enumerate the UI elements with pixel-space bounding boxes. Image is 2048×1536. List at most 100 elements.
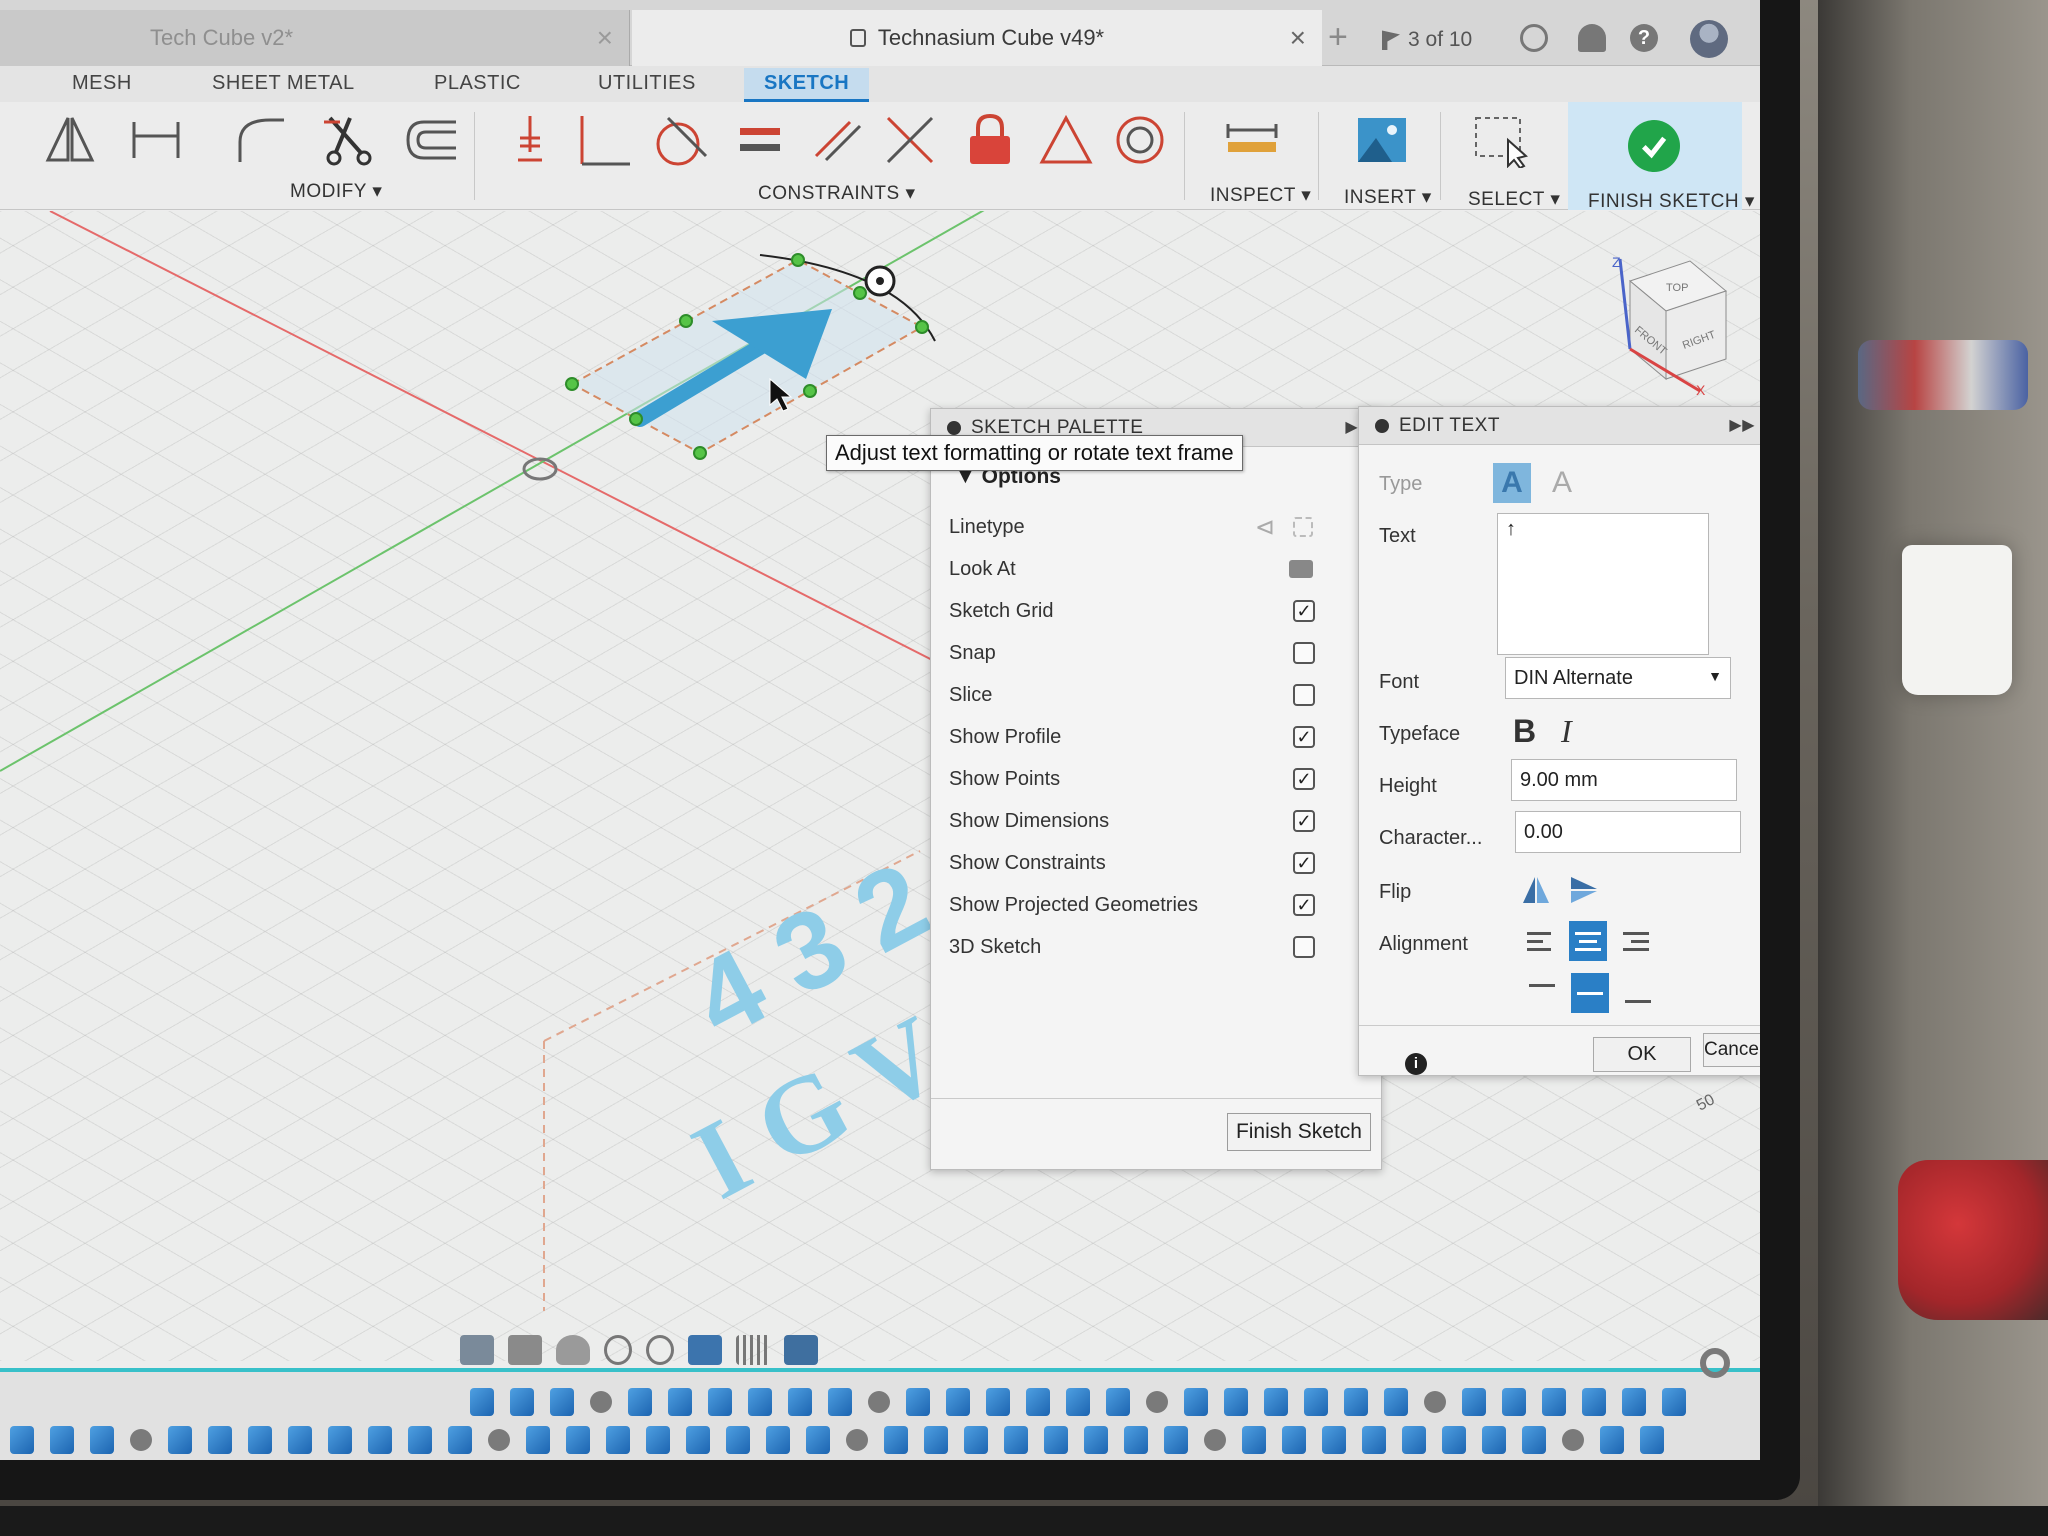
clock-icon[interactable] <box>1520 24 1548 52</box>
timeline-feature-icon[interactable] <box>1502 1388 1526 1416</box>
align-left-icon[interactable] <box>1521 921 1559 961</box>
character-spacing-input[interactable]: 0.00 <box>1515 811 1741 853</box>
timeline-feature-icon[interactable] <box>1442 1426 1466 1454</box>
show-constraints-checkbox[interactable]: ✓ <box>1293 852 1315 874</box>
perpendicular-constraint-icon[interactable] <box>574 110 634 170</box>
checkmark-icon[interactable] <box>1628 120 1680 172</box>
finish-sketch-label[interactable]: FINISH SKETCH ▾ <box>1588 190 1755 213</box>
settings-gear-icon[interactable] <box>1700 1348 1730 1378</box>
offset-icon[interactable] <box>400 110 460 170</box>
align-right-icon[interactable] <box>1617 921 1655 961</box>
control-point[interactable] <box>915 320 929 334</box>
timeline-feature-icon[interactable] <box>1522 1426 1546 1454</box>
timeline-feature-icon[interactable] <box>1264 1388 1288 1416</box>
bold-button[interactable]: B <box>1513 713 1536 750</box>
tab-sketch[interactable]: SKETCH <box>744 68 870 102</box>
fit-zoom-icon[interactable] <box>646 1335 674 1365</box>
ok-button[interactable]: OK <box>1593 1037 1691 1072</box>
look-at-icon[interactable] <box>1289 560 1313 578</box>
timeline-feature-icon[interactable] <box>1004 1426 1028 1454</box>
inspect-menu[interactable]: INSPECT ▾ <box>1210 184 1311 207</box>
timeline-feature-icon[interactable] <box>1600 1426 1624 1454</box>
timeline-feature-icon[interactable] <box>1084 1426 1108 1454</box>
timeline-feature-icon[interactable] <box>1662 1388 1686 1416</box>
edit-text-header[interactable]: EDIT TEXT ▶▶ <box>1359 407 1760 445</box>
timeline-feature-icon[interactable] <box>208 1426 232 1454</box>
text-on-path-type-icon[interactable]: A <box>1543 463 1581 503</box>
select-menu[interactable]: SELECT ▾ <box>1468 188 1560 211</box>
timeline-feature-icon[interactable] <box>868 1391 890 1413</box>
timeline-feature-icon[interactable] <box>1322 1426 1346 1454</box>
timeline-feature-icon[interactable] <box>408 1426 432 1454</box>
timeline-feature-icon[interactable] <box>628 1388 652 1416</box>
timeline-feature-icon[interactable] <box>566 1426 590 1454</box>
show-dimensions-checkbox[interactable]: ✓ <box>1293 810 1315 832</box>
snap-checkbox[interactable] <box>1293 642 1315 664</box>
centerline-icon[interactable] <box>1293 517 1313 537</box>
timeline-feature-icon[interactable] <box>448 1426 472 1454</box>
zoom-icon[interactable] <box>604 1335 632 1365</box>
view-cube-top-label[interactable]: TOP <box>1666 282 1688 294</box>
timeline-feature-icon[interactable] <box>606 1426 630 1454</box>
text-type-icon[interactable]: A <box>1493 463 1531 503</box>
fix-lock-icon[interactable] <box>960 110 1020 170</box>
timeline-feature-icon[interactable] <box>686 1426 710 1454</box>
font-select[interactable]: DIN Alternate ▼ <box>1505 657 1731 699</box>
control-point[interactable] <box>679 314 693 328</box>
timeline-feature-icon[interactable] <box>590 1391 612 1413</box>
control-point[interactable] <box>791 253 805 267</box>
timeline-feature-icon[interactable] <box>526 1426 550 1454</box>
triangle-constraint-icon[interactable] <box>1036 110 1096 170</box>
timeline-feature-icon[interactable] <box>1066 1388 1090 1416</box>
sketch-grid-checkbox[interactable]: ✓ <box>1293 600 1315 622</box>
timeline-feature-icon[interactable] <box>550 1388 574 1416</box>
timeline-feature-icon[interactable] <box>1362 1426 1386 1454</box>
timeline-feature-icon[interactable] <box>646 1426 670 1454</box>
modify-menu[interactable]: MODIFY ▾ <box>290 180 382 203</box>
timeline-feature-icon[interactable] <box>368 1426 392 1454</box>
tangent-constraint-icon[interactable] <box>650 110 710 170</box>
new-tab-plus-icon[interactable]: + <box>1328 18 1348 57</box>
timeline-feature-icon[interactable] <box>788 1388 812 1416</box>
timeline-feature-icon[interactable] <box>1282 1426 1306 1454</box>
timeline-feature-icon[interactable] <box>708 1388 732 1416</box>
timeline-feature-icon[interactable] <box>1164 1426 1188 1454</box>
control-point[interactable] <box>565 377 579 391</box>
timeline-feature-icon[interactable] <box>288 1426 312 1454</box>
timeline-feature-icon[interactable] <box>1242 1426 1266 1454</box>
info-icon[interactable]: i <box>1405 1053 1427 1075</box>
tab-sheet-metal[interactable]: SHEET METAL <box>212 72 355 95</box>
control-point[interactable] <box>803 384 817 398</box>
orbit-icon[interactable] <box>460 1335 494 1365</box>
pan-hand-icon[interactable] <box>556 1335 590 1365</box>
viewports-icon[interactable] <box>784 1335 818 1365</box>
expand-arrows-icon[interactable]: ▶▶ <box>1729 415 1755 435</box>
align-top-icon[interactable] <box>1523 973 1561 1013</box>
timeline-feature-icon[interactable] <box>1482 1426 1506 1454</box>
timeline-feature-icon[interactable] <box>130 1429 152 1451</box>
display-settings-icon[interactable] <box>688 1335 722 1365</box>
timeline-feature-icon[interactable] <box>1224 1388 1248 1416</box>
help-icon[interactable]: ? <box>1630 24 1658 52</box>
timeline-feature-icon[interactable] <box>1344 1388 1368 1416</box>
show-projected-geometries-checkbox[interactable]: ✓ <box>1293 894 1315 916</box>
timeline-feature-icon[interactable] <box>748 1388 772 1416</box>
collapse-icon[interactable] <box>947 420 961 435</box>
tab-plastic[interactable]: PLASTIC <box>434 72 521 95</box>
timeline-feature-icon[interactable] <box>1146 1391 1168 1413</box>
timeline-feature-icon[interactable] <box>168 1426 192 1454</box>
flip-horizontal-icon[interactable] <box>1521 875 1551 910</box>
select-window-icon[interactable] <box>1470 110 1530 170</box>
timeline-feature-icon[interactable] <box>766 1426 790 1454</box>
timeline-feature-icon[interactable] <box>1562 1429 1584 1451</box>
user-avatar-icon[interactable] <box>1690 20 1728 58</box>
timeline-feature-icon[interactable] <box>1124 1426 1148 1454</box>
italic-button[interactable]: I <box>1561 713 1572 750</box>
timeline-feature-icon[interactable] <box>846 1429 868 1451</box>
timeline-feature-icon[interactable] <box>1402 1426 1426 1454</box>
timeline-feature-icon[interactable] <box>1304 1388 1328 1416</box>
parallel-constraint-icon[interactable] <box>808 110 868 170</box>
timeline-feature-icon[interactable] <box>668 1388 692 1416</box>
constraints-menu[interactable]: CONSTRAINTS ▾ <box>758 182 916 205</box>
grid-settings-icon[interactable] <box>736 1335 770 1365</box>
